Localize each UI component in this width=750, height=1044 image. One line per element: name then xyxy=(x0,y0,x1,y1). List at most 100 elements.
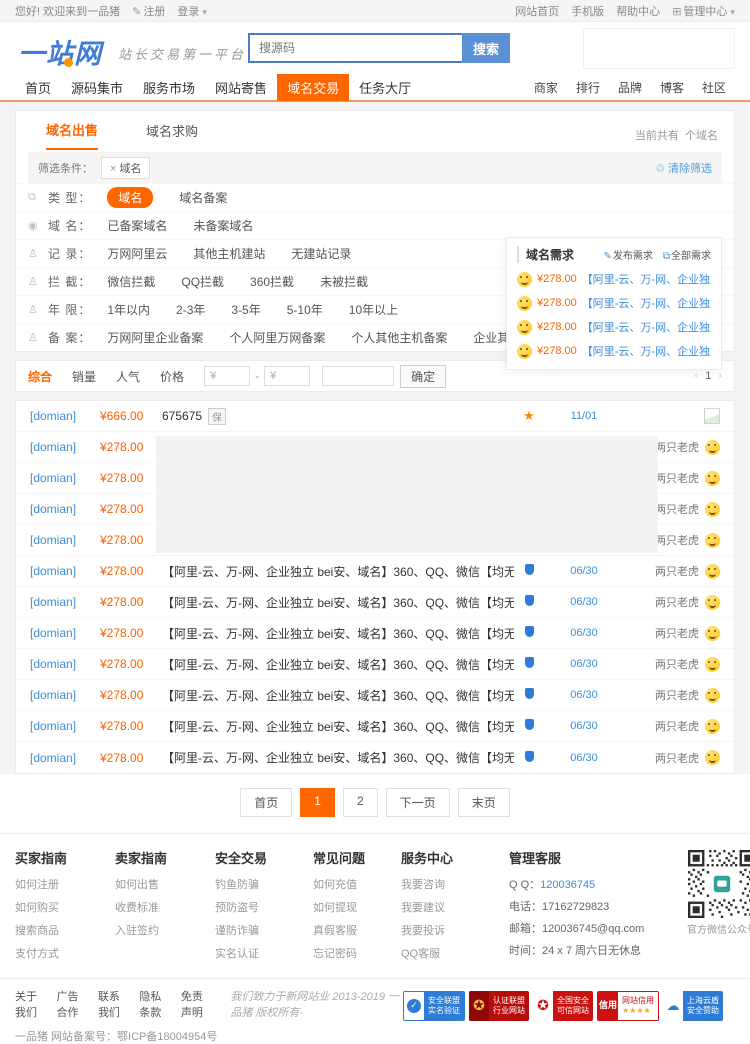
filter-option[interactable]: 其他主机建站 xyxy=(193,245,265,262)
seller-emoji-avatar[interactable] xyxy=(705,750,720,765)
nav-item-ranking[interactable]: 排行 xyxy=(567,75,609,100)
ad-cooperation-link[interactable]: 广告合作 xyxy=(56,988,87,1020)
seller-name[interactable]: 两只老虎 xyxy=(655,563,699,579)
footer-link[interactable]: 忘记密码 xyxy=(313,945,401,961)
domain-name-link[interactable]: [domian] xyxy=(30,751,100,765)
seller-emoji-avatar[interactable] xyxy=(705,688,720,703)
domain-name-link[interactable]: [domian] xyxy=(30,719,100,733)
footer-link[interactable]: 收费标准 xyxy=(115,899,215,915)
seller-name[interactable]: 两只老虎 xyxy=(655,501,699,517)
filter-option[interactable]: 域名 xyxy=(107,187,153,208)
footer-link[interactable]: 我要咨询 xyxy=(401,876,497,892)
filter-option[interactable]: 360拦截 xyxy=(250,273,294,290)
seller-emoji-avatar[interactable] xyxy=(705,657,720,672)
filter-option[interactable]: 无建站记录 xyxy=(291,245,351,262)
table-row[interactable]: [domian] ¥278.00 【阿里-云、万-网、企业独立 bei安、域名】… xyxy=(16,680,734,711)
demand-list-item[interactable]: ¥278.00 【阿里-云、万-网、企业独立 b xyxy=(517,319,711,335)
filter-option[interactable]: 2-3年 xyxy=(176,301,205,318)
register-link[interactable]: ✎注册 xyxy=(132,3,165,19)
seller-name[interactable]: 两只老虎 xyxy=(655,532,699,548)
filter-option[interactable]: 5-10年 xyxy=(287,301,323,318)
price-min-input[interactable]: ¥ xyxy=(204,366,250,386)
nav-item-blog[interactable]: 博客 xyxy=(651,75,693,100)
privacy-link[interactable]: 隐私条款 xyxy=(139,988,170,1020)
seller-emoji-avatar[interactable] xyxy=(705,502,720,517)
nav-item-source-market[interactable]: 源码集市 xyxy=(61,74,133,101)
filter-option[interactable]: QQ拦截 xyxy=(181,273,224,290)
mobile-version-link[interactable]: 手机版 xyxy=(571,3,604,19)
table-row[interactable]: [domian] ¥278.00 【阿里-云、万-网、企业独立 bei安、域名】… xyxy=(16,556,734,587)
search-input[interactable] xyxy=(248,33,462,63)
sort-price[interactable]: 价格 xyxy=(160,368,184,385)
pager-prev-icon[interactable]: ‹ xyxy=(695,370,699,382)
login-link[interactable]: 登录 ▾ xyxy=(177,3,207,19)
site-home-link[interactable]: 网站首页 xyxy=(515,3,559,19)
filter-option[interactable]: 未备案域名 xyxy=(193,217,253,234)
filter-option[interactable]: 万网阿里企业备案 xyxy=(107,329,203,346)
tab-domain-sell[interactable]: 域名出售 xyxy=(46,120,98,150)
page-2-button[interactable]: 2 xyxy=(343,788,378,817)
disclaimer-link[interactable]: 免责声明 xyxy=(181,988,212,1020)
footer-link[interactable]: 如何注册 xyxy=(15,876,115,892)
footer-link[interactable]: 钓鱼防骗 xyxy=(215,876,313,892)
footer-link[interactable]: 如何充值 xyxy=(313,876,401,892)
footer-link[interactable]: 支付方式 xyxy=(15,945,115,961)
footer-link[interactable]: 入驻签约 xyxy=(115,922,215,938)
filter-option[interactable]: 3-5年 xyxy=(231,301,260,318)
domain-name-link[interactable]: [domian] xyxy=(30,688,100,702)
nav-item-task-hall[interactable]: 任务大厅 xyxy=(349,74,421,101)
footer-link[interactable]: QQ客服 xyxy=(401,945,497,961)
table-row[interactable]: [domian] ¥278.00 【阿里-云、万-网、企业独立 bei安、域名】… xyxy=(16,649,734,680)
badge-trusted-site[interactable]: ✪ 全国安全可信网站 xyxy=(533,991,593,1021)
seller-emoji-avatar[interactable] xyxy=(705,440,720,455)
badge-cert-alliance[interactable]: ✪ 认证联盟行业网站 xyxy=(469,991,529,1021)
domain-name-link[interactable]: [domian] xyxy=(30,595,100,609)
domain-name-link[interactable]: [domian] xyxy=(30,533,100,547)
table-row[interactable]: [domian] ¥278.00 【阿里-云、万-网、企业独立 bei安、域名】… xyxy=(16,587,734,618)
filter-option[interactable]: 个人其他主机备案 xyxy=(351,329,447,346)
filter-option[interactable]: 未被拦截 xyxy=(320,273,368,290)
nav-item-site-consign[interactable]: 网站寄售 xyxy=(205,74,277,101)
page-1-button[interactable]: 1 xyxy=(300,788,335,817)
tab-domain-buy[interactable]: 域名求购 xyxy=(146,121,198,149)
service-qq-number[interactable]: 120036745 xyxy=(540,879,595,891)
domain-name-link[interactable]: [domian] xyxy=(30,657,100,671)
page-first-button[interactable]: 首页 xyxy=(240,788,292,817)
nav-item-service-market[interactable]: 服务市场 xyxy=(133,74,205,101)
domain-name-link[interactable]: [domian] xyxy=(30,440,100,454)
seller-name[interactable]: 两只老虎 xyxy=(655,718,699,734)
seller-name[interactable]: 两只老虎 xyxy=(655,687,699,703)
seller-name[interactable]: 两只老虎 xyxy=(655,439,699,455)
price-max-input[interactable]: ¥ xyxy=(264,366,310,386)
footer-link[interactable]: 搜索商品 xyxy=(15,922,115,938)
seller-emoji-avatar[interactable] xyxy=(705,595,720,610)
domain-name-link[interactable]: [domian] xyxy=(30,564,100,578)
star-icon[interactable]: ★ xyxy=(523,408,535,423)
close-icon[interactable]: × xyxy=(110,163,116,175)
nav-item-brands[interactable]: 品牌 xyxy=(609,75,651,100)
filter-option[interactable]: 个人阿里万网备案 xyxy=(229,329,325,346)
pager-next-icon[interactable]: › xyxy=(718,370,722,382)
clear-filters-button[interactable]: ♲ 清除筛选 xyxy=(655,160,712,176)
all-demand-link[interactable]: ⧉全部需求 xyxy=(663,247,711,262)
table-row[interactable]: [domian] ¥278.00 【阿里-云、万-网、企业独立 bei安、域名】… xyxy=(16,742,734,773)
nav-item-home[interactable]: 首页 xyxy=(15,74,61,101)
footer-link[interactable]: 真假客服 xyxy=(313,922,401,938)
nav-item-community[interactable]: 社区 xyxy=(693,75,735,100)
seller-emoji-avatar[interactable] xyxy=(705,564,720,579)
seller-name[interactable]: 两只老虎 xyxy=(655,656,699,672)
table-row[interactable]: [domian] ¥278.00 【阿里-云、万-网、企业独立 bei安、域名】… xyxy=(16,711,734,742)
page-next-button[interactable]: 下一页 xyxy=(386,788,450,817)
help-center-link[interactable]: 帮助中心 xyxy=(616,3,660,19)
demand-list-item[interactable]: ¥278.00 【阿里-云、万-网、企业独立 b xyxy=(517,271,711,287)
seller-name[interactable]: 两只老虎 xyxy=(655,625,699,641)
filter-option[interactable]: 微信拦截 xyxy=(107,273,155,290)
seller-emoji-avatar[interactable] xyxy=(705,719,720,734)
footer-link[interactable]: 我要建议 xyxy=(401,899,497,915)
search-button[interactable]: 搜索 xyxy=(462,33,510,63)
publish-demand-link[interactable]: ✎发布需求 xyxy=(603,247,652,262)
confirm-button[interactable]: 确定 xyxy=(400,365,446,388)
table-row[interactable]: [domian] ¥666.00 675675保 ★ 11/01 xyxy=(16,401,734,432)
badge-cloud-shield[interactable]: ☁ 上海云盾安全赞助 xyxy=(663,991,723,1021)
demand-list-item[interactable]: ¥278.00 【阿里-云、万-网、企业独立 b xyxy=(517,295,711,311)
